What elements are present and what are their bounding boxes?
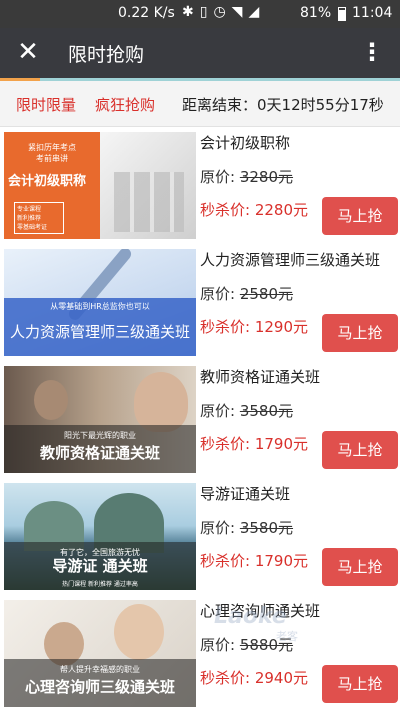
thumb-title: 导游证 通关班	[52, 557, 148, 575]
signal-icon: ◢	[248, 4, 266, 20]
course-name[interactable]: 人力资源管理师三级通关班	[200, 249, 380, 270]
vibrate-icon: ▯	[199, 4, 214, 20]
original-price: 原价: 3580元	[200, 400, 293, 421]
sale-price: 秒杀价: 1790元	[200, 433, 308, 454]
close-icon[interactable]: ✕	[14, 38, 42, 66]
bluetooth-icon: ✱	[182, 4, 200, 20]
clock: 11:04	[352, 5, 393, 21]
more-vert-icon[interactable]: ⋮	[360, 36, 384, 68]
calculator-keys	[114, 172, 184, 232]
tab-crazy[interactable]: 疯狂抢购	[95, 94, 155, 115]
course-thumbnail[interactable]: 有了它，全国旅游无忧 导游证 通关班 热门课程 新利推荐 通过率高	[4, 483, 196, 590]
course-thumbnail[interactable]: 帮人提升幸福感的职业 心理咨询师三级通关班	[4, 600, 196, 707]
status-bar: 0.22 K/s ✱▯◷◥◢ 81% 11:04	[0, 0, 400, 28]
list-item[interactable]: 帮人提升幸福感的职业 心理咨询师三级通关班 心理咨询师通关班 原价: 5880元…	[0, 597, 400, 712]
original-price-value: 3280元	[239, 168, 294, 186]
thumb-tagline: 紧扣历年考点 考前串讲	[28, 143, 76, 163]
buy-now-button[interactable]: 马上抢	[322, 665, 398, 703]
sale-price-label: 秒杀价:	[200, 201, 251, 219]
original-price: 原价: 3280元	[200, 166, 293, 187]
sale-price-value: 1790元	[254, 552, 309, 570]
teacher-photo	[134, 372, 188, 432]
list-item[interactable]: 有了它，全国旅游无忧 导游证 通关班 热门课程 新利推荐 通过率高 导游证通关班…	[0, 480, 400, 595]
original-price: 原价: 2580元	[200, 283, 293, 304]
page-title: 限时抢购	[68, 44, 145, 66]
sale-price: 秒杀价: 2940元	[200, 667, 308, 688]
original-price-label: 原价:	[200, 519, 236, 537]
buy-now-button[interactable]: 马上抢	[322, 314, 398, 352]
thumb-title: 会计初级职称	[8, 174, 87, 189]
sale-price-label: 秒杀价:	[200, 318, 251, 336]
sale-price-label: 秒杀价:	[200, 669, 251, 687]
list-item[interactable]: 从零基础到HR总监你也可以 人力资源管理师三级通关班 人力资源管理师三级通关班 …	[0, 246, 400, 361]
thumb-feature-box: 专业课程 新利推荐 零基础考证	[14, 202, 64, 234]
watermark-logo: Laoke	[214, 604, 287, 629]
sale-price-value: 2280元	[254, 201, 309, 219]
thumb-title: 教师资格证通关班	[39, 444, 160, 462]
buy-now-button[interactable]: 马上抢	[322, 197, 398, 235]
course-name[interactable]: 导游证通关班	[200, 483, 290, 504]
tab-limited[interactable]: 限时限量	[16, 94, 76, 115]
course-thumbnail[interactable]: 阳光下最光辉的职业 教师资格证通关班	[4, 366, 196, 473]
original-price-value: 3580元	[239, 402, 294, 420]
original-price-value: 3580元	[239, 519, 294, 537]
original-price-value: 2580元	[239, 285, 294, 303]
battery-percent: 81%	[300, 5, 332, 21]
list-item[interactable]: 阳光下最光辉的职业 教师资格证通关班 教师资格证通关班 原价: 3580元 秒杀…	[0, 363, 400, 478]
thumb-mini-tags: 热门课程 新利推荐 通过率高	[62, 581, 138, 588]
original-price-label: 原价:	[200, 285, 236, 303]
list-item[interactable]: 紧扣历年考点 考前串讲 会计初级职称 专业课程 新利推荐 零基础考证 会计初级职…	[0, 129, 400, 244]
course-name[interactable]: 会计初级职称	[200, 132, 290, 153]
original-price-label: 原价:	[200, 636, 236, 654]
battery-icon	[338, 7, 346, 21]
original-price-label: 原价:	[200, 168, 236, 186]
student-photo	[34, 380, 68, 420]
buy-now-button[interactable]: 马上抢	[322, 431, 398, 469]
sale-price-value: 1790元	[254, 435, 309, 453]
thumb-subtitle: 阳光下最光辉的职业	[64, 431, 136, 440]
sale-price-label: 秒杀价:	[200, 552, 251, 570]
course-thumbnail[interactable]: 紧扣历年考点 考前串讲 会计初级职称 专业课程 新利推荐 零基础考证	[4, 132, 196, 239]
sale-price: 秒杀价: 1290元	[200, 316, 308, 337]
thumb-subtitle: 从零基础到HR总监你也可以	[50, 302, 150, 311]
alarm-icon: ◷	[213, 4, 232, 20]
network-speed: 0.22 K/s	[118, 5, 175, 21]
countdown-timer: 距离结束：0天12时55分17秒	[182, 96, 384, 114]
sale-price-label: 秒杀价:	[200, 435, 251, 453]
app-bar: ✕ 限时抢购 ⋮	[0, 28, 400, 78]
sale-price-value: 2940元	[254, 669, 309, 687]
promo-tabs: 限时限量 疯狂抢购 距离结束：0天12时55分17秒	[0, 81, 400, 127]
thumb-title: 人力资源管理师三级通关班	[9, 323, 190, 341]
course-thumbnail[interactable]: 从零基础到HR总监你也可以 人力资源管理师三级通关班	[4, 249, 196, 356]
watermark-subtext: 老客	[276, 630, 298, 643]
original-price: 原价: 3580元	[200, 517, 293, 538]
thumb-title: 心理咨询师三级通关班	[24, 678, 175, 696]
wifi-icon: ◥	[231, 4, 249, 20]
original-price-label: 原价:	[200, 402, 236, 420]
sale-price-value: 1290元	[254, 318, 309, 336]
counselor-photo	[114, 604, 164, 660]
sale-price: 秒杀价: 1790元	[200, 550, 308, 571]
course-name[interactable]: 教师资格证通关班	[200, 366, 320, 387]
buy-now-button[interactable]: 马上抢	[322, 548, 398, 586]
sale-price: 秒杀价: 2280元	[200, 199, 308, 220]
thumb-subtitle: 帮人提升幸福感的职业	[60, 665, 140, 674]
status-icons: ✱▯◷◥◢	[182, 4, 265, 20]
